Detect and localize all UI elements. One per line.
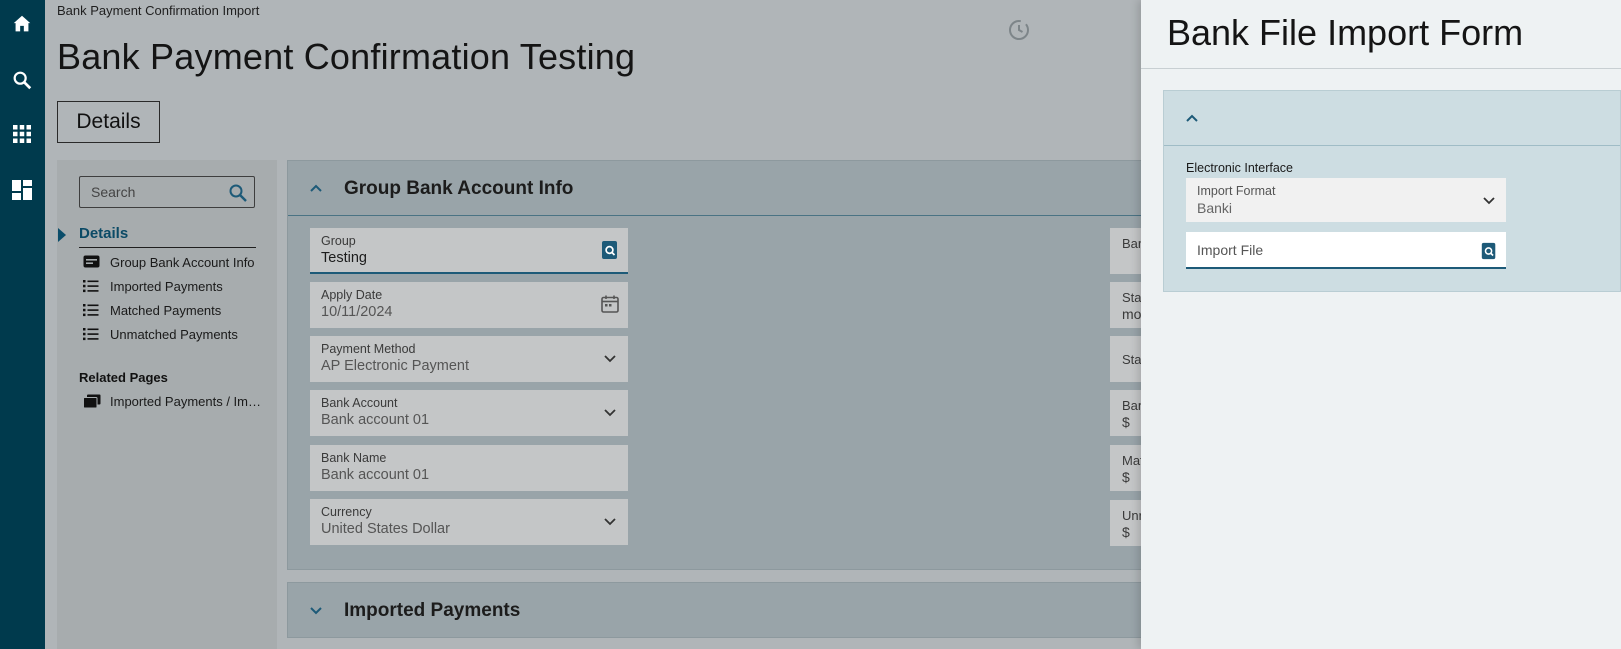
nav-item-matched-payments[interactable]: Matched Payments [83, 300, 221, 320]
home-icon[interactable] [6, 8, 38, 40]
field-label: Unr [1122, 508, 1143, 523]
nav-search-box[interactable] [79, 176, 255, 208]
nav-item-label: Group Bank Account Info [110, 254, 255, 270]
chevron-down-icon[interactable] [308, 603, 324, 619]
field-label: Payment Method [321, 342, 416, 356]
section-title: Imported Payments [344, 600, 521, 621]
nav-divider [79, 247, 256, 248]
card-icon [83, 255, 101, 269]
import-format-select[interactable]: Import Format Banki [1186, 178, 1506, 222]
field-label: Sta [1122, 352, 1142, 367]
apply-date-field[interactable]: Apply Date 10/11/2024 [310, 282, 628, 328]
search-icon[interactable] [6, 64, 38, 96]
apps-grid-icon[interactable] [6, 118, 38, 150]
history-icon[interactable] [1007, 18, 1031, 42]
related-pages-title: Related Pages [79, 370, 168, 385]
field-value: 10/11/2024 [321, 304, 393, 320]
field-label: Bank Account [321, 396, 398, 410]
field-value: Testing [321, 250, 367, 266]
bank-file-import-panel: Bank File Import Form Electronic Interfa… [1141, 0, 1621, 649]
field-value: Banki [1197, 200, 1233, 216]
group-field[interactable]: Group Testing [310, 228, 628, 274]
payment-method-select[interactable]: Payment Method AP Electronic Payment [310, 336, 628, 382]
lookup-icon[interactable] [1480, 242, 1498, 260]
caret-right-icon [58, 228, 66, 242]
nav-item-label: Imported Payments [110, 278, 223, 294]
calendar-icon[interactable] [600, 294, 620, 314]
nav-item-group-bank-account-info[interactable]: Group Bank Account Info [83, 252, 255, 272]
left-rail [0, 0, 45, 649]
related-item-imported-payments[interactable]: Imported Payments / Im… [83, 391, 261, 411]
tab-details[interactable]: Details [57, 101, 160, 143]
dashboard-icon[interactable] [6, 174, 38, 206]
chevron-up-icon[interactable] [308, 180, 324, 196]
list-icon [83, 279, 101, 293]
field-value: United States Dollar [321, 521, 450, 537]
nav-item-label: Matched Payments [110, 302, 222, 318]
section-title: Group Bank Account Info [344, 178, 574, 199]
bank-account-select[interactable]: Bank Account Bank account 01 [310, 390, 628, 436]
electronic-interface-label: Electronic Interface [1186, 161, 1293, 175]
field-label: Bank Name [321, 451, 387, 465]
related-item-label: Imported Payments / Im… [110, 393, 261, 409]
import-file-input[interactable] [1186, 232, 1506, 267]
breadcrumb: Bank Payment Confirmation Import [57, 3, 260, 18]
pages-icon [83, 394, 101, 409]
nav-search-input[interactable] [80, 177, 220, 207]
nav-item-unmatched-payments[interactable]: Unmatched Payments [83, 324, 238, 344]
field-value: $ [1122, 469, 1130, 485]
list-icon [83, 303, 101, 317]
field-label: Apply Date [321, 288, 383, 302]
field-value: Bank account 01 [321, 467, 430, 483]
field-label: Bar [1122, 236, 1143, 251]
field-value: mo [1122, 306, 1142, 322]
chevron-down-icon[interactable] [600, 402, 620, 422]
nav-details-label: Details [79, 225, 129, 242]
list-icon [83, 327, 101, 341]
panel-title: Bank File Import Form [1167, 12, 1524, 53]
field-value: AP Electronic Payment [321, 358, 470, 374]
field-label: Import Format [1197, 184, 1276, 198]
field-value: $ [1122, 524, 1130, 540]
chevron-down-icon[interactable] [1480, 191, 1498, 209]
search-icon[interactable] [228, 183, 248, 203]
bank-name-field: Bank Name Bank account 01 [310, 445, 628, 491]
panel-divider [1141, 68, 1621, 69]
field-value: $ [1122, 414, 1130, 430]
nav-item-details[interactable]: Details [57, 223, 257, 248]
nav-item-imported-payments[interactable]: Imported Payments [83, 276, 223, 296]
chevron-up-icon[interactable] [1184, 110, 1200, 126]
chevron-down-icon[interactable] [600, 348, 620, 368]
lookup-icon[interactable] [600, 240, 620, 260]
currency-select[interactable]: Currency United States Dollar [310, 499, 628, 545]
chevron-down-icon[interactable] [600, 511, 620, 531]
electronic-interface-section: Electronic Interface Import Format Banki [1163, 90, 1621, 292]
panel-section-header[interactable] [1164, 91, 1620, 146]
page-title: Bank Payment Confirmation Testing [57, 36, 636, 77]
field-value: Bank account 01 [321, 412, 430, 428]
field-label: Currency [321, 505, 372, 519]
side-navigation: Details Group Bank Account Info Imported… [57, 160, 277, 649]
import-file-field[interactable] [1186, 232, 1506, 269]
nav-item-label: Unmatched Payments [110, 326, 238, 342]
field-label: Group [321, 234, 356, 248]
